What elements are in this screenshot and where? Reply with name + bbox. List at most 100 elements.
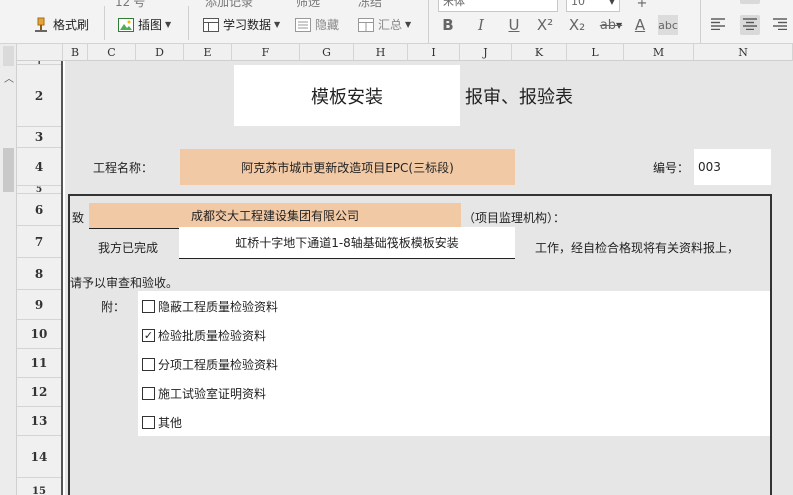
column-header[interactable]: D (136, 44, 184, 61)
insert-image-button[interactable]: 插图 ▼ (117, 16, 171, 33)
subscript-icon: X₂ (568, 16, 586, 34)
row-header[interactable]: 14 (17, 436, 61, 478)
pinyin-button[interactable]: abc (658, 15, 678, 35)
strikethrough-icon: ab (599, 17, 617, 33)
title-suffix-cell[interactable]: 报审、报验表 (465, 65, 573, 126)
number-format-button[interactable]: 12 号 (115, 0, 145, 10)
ribbon-toolbar: 12 号 添加记录 筛选 冻结 格式刷 插图 ▼ 学习数据 ▼ 隐藏 汇总 ▼ … (0, 0, 793, 44)
column-header[interactable]: G (300, 44, 354, 61)
study-data-button[interactable]: 学习数据 ▼ (202, 16, 280, 33)
work-suffix-cell[interactable]: 工作，经自检合格现将有关资料报上， (535, 233, 739, 261)
row-header[interactable]: 3 (17, 127, 61, 148)
subscript-button[interactable]: X₂ (567, 15, 587, 35)
row-header[interactable]: 6 (17, 194, 61, 226)
column-header[interactable]: L (567, 44, 624, 61)
column-header[interactable]: K (512, 44, 567, 61)
hide-label: 隐藏 (315, 18, 340, 32)
summary-icon (357, 17, 375, 33)
italic-button[interactable]: I (471, 15, 491, 35)
filter-button[interactable]: 筛选 (296, 0, 320, 10)
checkbox-unchecked-icon[interactable] (142, 386, 155, 400)
project-name-cell[interactable]: 阿克苏市城市更新改造项目EPC(三标段) (180, 149, 515, 185)
number-value: 003 (698, 160, 721, 174)
checkbox-unchecked-icon[interactable] (142, 415, 155, 429)
top-align-button[interactable] (740, 0, 760, 4)
column-header[interactable]: B (63, 44, 88, 61)
row-header[interactable]: 7 (17, 226, 61, 258)
column-header[interactable]: F (232, 44, 300, 61)
review-request: 请予以审查和验收。 (70, 275, 179, 290)
column-header[interactable]: N (694, 44, 793, 61)
ribbon-divider (188, 6, 189, 40)
supervisor-cell[interactable]: 成都交大工程建设集团有限公司 (89, 203, 461, 229)
format-painter-button[interactable]: 格式刷 (32, 16, 89, 33)
attachment-label: 检验批质量检验资料 (158, 328, 267, 343)
column-header[interactable]: J (460, 44, 512, 61)
spreadsheet-app: 12 号 添加记录 筛选 冻结 格式刷 插图 ▼ 学习数据 ▼ 隐藏 汇总 ▼ … (0, 0, 793, 495)
row-header[interactable]: 11 (17, 349, 61, 378)
title-cell[interactable]: 模板安装 (234, 65, 460, 126)
attachment-item[interactable]: 隐蔽工程质量检验资料 (142, 292, 278, 320)
checkbox-checked-icon[interactable]: ✓ (142, 328, 155, 342)
attachment-item[interactable]: 其他 (142, 408, 182, 436)
chevron-down-icon: ▼ (274, 20, 281, 29)
row-header[interactable]: 15 (17, 478, 61, 495)
row-header[interactable]: 9 (17, 290, 61, 320)
hide-icon (294, 17, 312, 33)
row-header[interactable]: 12 (17, 378, 61, 407)
number-value-cell[interactable]: 003 (694, 149, 771, 185)
worksheet-grid[interactable]: 模板安装 报审、报验表 工程名称： 阿克苏市城市更新改造项目EPC(三标段) 编… (65, 61, 793, 495)
italic-icon: I (478, 16, 484, 34)
underline-button[interactable]: U (504, 15, 524, 35)
title-suffix-text: 报审、报验表 (465, 86, 573, 108)
collapse-up-icon[interactable]: ︿ (4, 70, 14, 85)
underline-icon: U (508, 16, 520, 34)
align-center-icon (743, 16, 757, 34)
align-center-button[interactable] (740, 15, 760, 35)
checkbox-unchecked-icon[interactable] (142, 299, 155, 313)
column-header[interactable]: H (354, 44, 408, 61)
column-header[interactable]: C (88, 44, 136, 61)
attachment-item[interactable]: 施工试验室证明资料 (142, 379, 266, 407)
attach-label-cell[interactable]: 附： (101, 292, 125, 320)
row-header[interactable]: 10 (17, 320, 61, 349)
font-name-select[interactable]: 宋体 (438, 0, 558, 12)
work-item-cell[interactable]: 虹桥十字地下通道1-8轴基础筏板模板安装 (179, 227, 515, 259)
column-header[interactable]: I (408, 44, 460, 61)
row-header-bar: 1 2 3 4 5 6 7 8 9 10 11 12 13 14 15 (17, 61, 63, 495)
align-right-button[interactable] (770, 15, 790, 35)
number-label-cell[interactable]: 编号： (653, 149, 689, 185)
hide-button[interactable]: 隐藏 (294, 16, 339, 33)
add-record-button[interactable]: 添加记录 (205, 0, 253, 10)
freeze-button[interactable]: 冻结 (358, 0, 382, 10)
superscript-button[interactable]: X² (535, 15, 555, 35)
row-header[interactable]: 5 (17, 186, 61, 194)
strikethrough-button[interactable]: ab ▼ (596, 15, 626, 35)
project-label-cell[interactable]: 工程名称： (93, 149, 153, 185)
font-color-button[interactable]: A (630, 15, 650, 35)
bold-button[interactable]: B (438, 15, 458, 35)
attachment-item[interactable]: 分项工程质量检验资料 (142, 350, 278, 378)
checkbox-unchecked-icon[interactable] (142, 357, 155, 371)
row-header[interactable]: 8 (17, 258, 61, 290)
strip-block (3, 46, 14, 66)
column-header[interactable]: M (624, 44, 694, 61)
row-header[interactable]: 2 (17, 65, 61, 127)
corner-cell[interactable] (17, 44, 63, 61)
add-record-label: 添加记录 (205, 0, 254, 9)
summary-button[interactable]: 汇总 ▼ (357, 16, 411, 33)
align-left-button[interactable] (708, 15, 728, 35)
attachment-item[interactable]: ✓ 检验批质量检验资料 (142, 321, 266, 349)
work-suffix: 工作，经自检合格现将有关资料报上， (535, 240, 740, 255)
completed-label-cell[interactable]: 我方已完成 (98, 233, 158, 261)
supervisor-name: 成都交大工程建设集团有限公司 (190, 209, 359, 223)
to-label-cell[interactable]: 致 (72, 203, 84, 231)
row-header[interactable]: 4 (17, 148, 61, 186)
increase-font-button[interactable]: + (632, 0, 652, 13)
side-panel-strip: ︿ (0, 44, 17, 495)
freeze-label: 冻结 (358, 0, 383, 9)
font-size-select[interactable]: 10 ▼ (566, 0, 620, 12)
row-header[interactable]: 13 (17, 407, 61, 436)
column-header[interactable]: E (184, 44, 232, 61)
number-label: 编号： (653, 160, 690, 175)
